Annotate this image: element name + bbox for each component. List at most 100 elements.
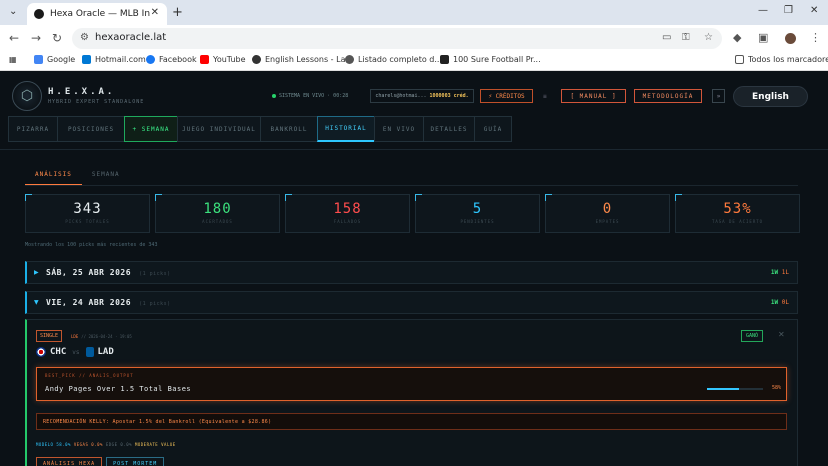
bookmark-youtube[interactable]: YouTube [200,55,246,64]
best-pick-label: BEST_PICK // ANALIS_OUTPUT [45,373,134,378]
bookmark-listado[interactable]: Listado completo d... [345,55,442,64]
bookmark-google[interactable]: Google [34,55,75,64]
back-icon[interactable]: ← [9,31,19,45]
stat-value: 0 [602,201,613,217]
tab-post-mortem[interactable]: POST MORTEM [106,457,165,466]
address-bar[interactable]: ⚙ hexaoracle.lat ▭ ⚿ ☆ [72,28,722,49]
stat-card: 180 ACERTADOS [155,194,280,233]
google-icon [34,55,43,64]
close-tab-icon[interactable]: ✕ [151,7,159,18]
youtube-icon [200,55,209,64]
day-picks: (1 picks) [139,301,171,307]
pick-tabs: ANÁLISIS HEXA POST MORTEM [36,457,165,466]
metodologia-button[interactable]: METODOLOGÍA [634,89,702,103]
hexa-app: ⬡ H.E.X.A. HYBRID EXPERT STANDALONE SIST… [0,71,828,466]
tab-analisis-hexa[interactable]: ANÁLISIS HEXA [36,457,103,466]
forward-icon[interactable]: → [31,31,41,45]
stat-value: 5 [472,201,483,217]
extension-icon[interactable]: ◆ [733,31,741,44]
best-pick-box: BEST_PICK // ANALIS_OUTPUT Andy Pages Ov… [36,367,787,401]
stat-card: 158 FALLADOS [285,194,410,233]
stat-label: PICKS TOTALES [65,219,110,224]
language-button[interactable]: English [733,86,808,107]
url-text[interactable]: hexaoracle.lat [95,32,166,43]
globe-icon [345,55,354,64]
creditos-button[interactable]: ⚡ CRÉDITOS [480,89,533,103]
tab-bankroll[interactable]: BANKROLL [260,116,318,142]
collapse-button[interactable]: » [712,89,725,103]
apps-grid-icon[interactable]: ▦ [9,55,17,64]
menu-icon[interactable]: ⋮ [810,31,821,44]
stat-value: 180 [203,201,232,217]
sub-tabs: ANÁLISIS SEMANA [25,168,130,186]
tab-juego-individual[interactable]: JUEGO INDIVIDUAL [177,116,261,142]
brand-subtitle: HYBRID EXPERT STANDALONE [48,99,145,105]
stat-label: FALLADOS [333,219,362,224]
pick-type-badge: SINGLE [36,330,63,342]
tab-posiciones[interactable]: POSICIONES [57,116,125,142]
stat-card: 5 PENDIENTES [415,194,540,233]
stat-card: 0 EMPATES [545,194,670,233]
maximize-button[interactable]: ❐ [784,5,793,16]
bookmark-facebook[interactable]: Facebook [146,55,197,64]
browser-toolbar: ← → ↻ ⚙ hexaoracle.lat ▭ ⚿ ☆ ◆ ▣ ⋮ [0,25,828,52]
best-pick-text: Andy Pages Over 1.5 Total Bases [45,385,192,393]
bookmark-star-icon[interactable]: ☆ [704,32,713,43]
brand[interactable]: ⬡ H.E.X.A. HYBRID EXPERT STANDALONE [12,81,144,111]
reload-icon[interactable]: ↻ [52,31,62,45]
day-date: SÁB, 25 ABR 2026 (1 picks) [46,268,171,277]
confidence-label: 58% [772,385,782,391]
english-lessons-icon [252,55,261,64]
avatar[interactable] [785,33,796,44]
result-badge: GANÓ [741,330,764,342]
tab-detalles[interactable]: DETALLES [423,116,475,142]
value-rating: MODERATE VALUE [134,442,176,447]
manual-button[interactable]: [ MANUAL ] [561,89,626,103]
install-icon[interactable]: ▭ [662,32,671,43]
bookmark-english-lessons[interactable]: English Lessons - La... [252,55,353,64]
divider [25,185,798,186]
day-row[interactable]: ▼ VIE, 24 ABR 2026 (1 picks) 1W 0L [25,291,798,314]
subtab-analisis[interactable]: ANÁLISIS [25,168,82,186]
close-icon[interactable]: ✕ [778,330,785,339]
day-record: 1W 0L [770,299,789,306]
brand-name: H.E.X.A. [48,87,116,97]
collapse-icon: ▼ [34,299,39,306]
stat-label: PENDIENTES [460,219,495,224]
all-bookmarks[interactable]: Todos los marcadores [735,55,828,64]
dodgers-logo-icon [85,347,94,357]
browser-tab[interactable]: Hexa Oracle — MLB Intelligence ✕ [27,3,167,25]
hexa-favicon-icon [34,9,44,19]
day-row[interactable]: ▶ SÁB, 25 ABR 2026 (1 picks) 1W 1L [25,261,798,284]
tab-guía[interactable]: GUÍA [474,116,512,142]
stats-row: 343 PICKS TOTALES 180 ACERTADOS 158 FALLADOS 5… [25,194,800,233]
tab-en-vivo[interactable]: EN VIVO [374,116,424,142]
tab-semana[interactable]: + SEMANA [124,116,178,142]
password-key-icon[interactable]: ⚿ [682,32,690,43]
stat-value: 53% [723,201,752,217]
site-info-icon[interactable]: ⚙ [80,32,89,43]
puzzle-icon[interactable]: ▣ [758,31,768,44]
kelly-recommendation: RECOMENDACIÓN KELLY: Apostar 1.5% del Ba… [36,413,787,430]
new-tab-button[interactable]: + [172,5,183,20]
bookmark-football[interactable]: 100 Sure Football Pr... [440,55,541,64]
close-window-button[interactable]: ✕ [810,5,818,16]
facebook-icon [146,55,155,64]
subtab-semana[interactable]: SEMANA [82,168,130,186]
bookmark-hotmail[interactable]: Hotmail.com [82,55,146,64]
minimize-button[interactable]: — [758,5,768,16]
tab-pizarra[interactable]: PIZARRA [8,116,58,142]
vs-label: vs [72,348,80,356]
tab-list-icon[interactable]: ⌄ [9,6,17,17]
stat-card: 343 PICKS TOTALES [25,194,150,233]
day-date: VIE, 24 ABR 2026 (1 picks) [46,298,171,307]
showing-text: Mostrando los 100 picks más recientes de… [25,242,158,248]
pick-card: SINGLE LDE// 2026-04-24 · 19:05 GANÓ ✕ C… [25,319,798,466]
edge-value: EDGE 0.0% [105,442,133,447]
stat-label: EMPATES [595,219,620,224]
menu-toggle[interactable]: ≡ [543,93,547,100]
tab-historial[interactable]: HISTORIAL [317,116,375,142]
stat-label: ACERTADOS [202,219,233,224]
stat-card: 53% TASA DE ACIERTO [675,194,800,233]
hexa-logo-icon: ⬡ [12,81,42,111]
